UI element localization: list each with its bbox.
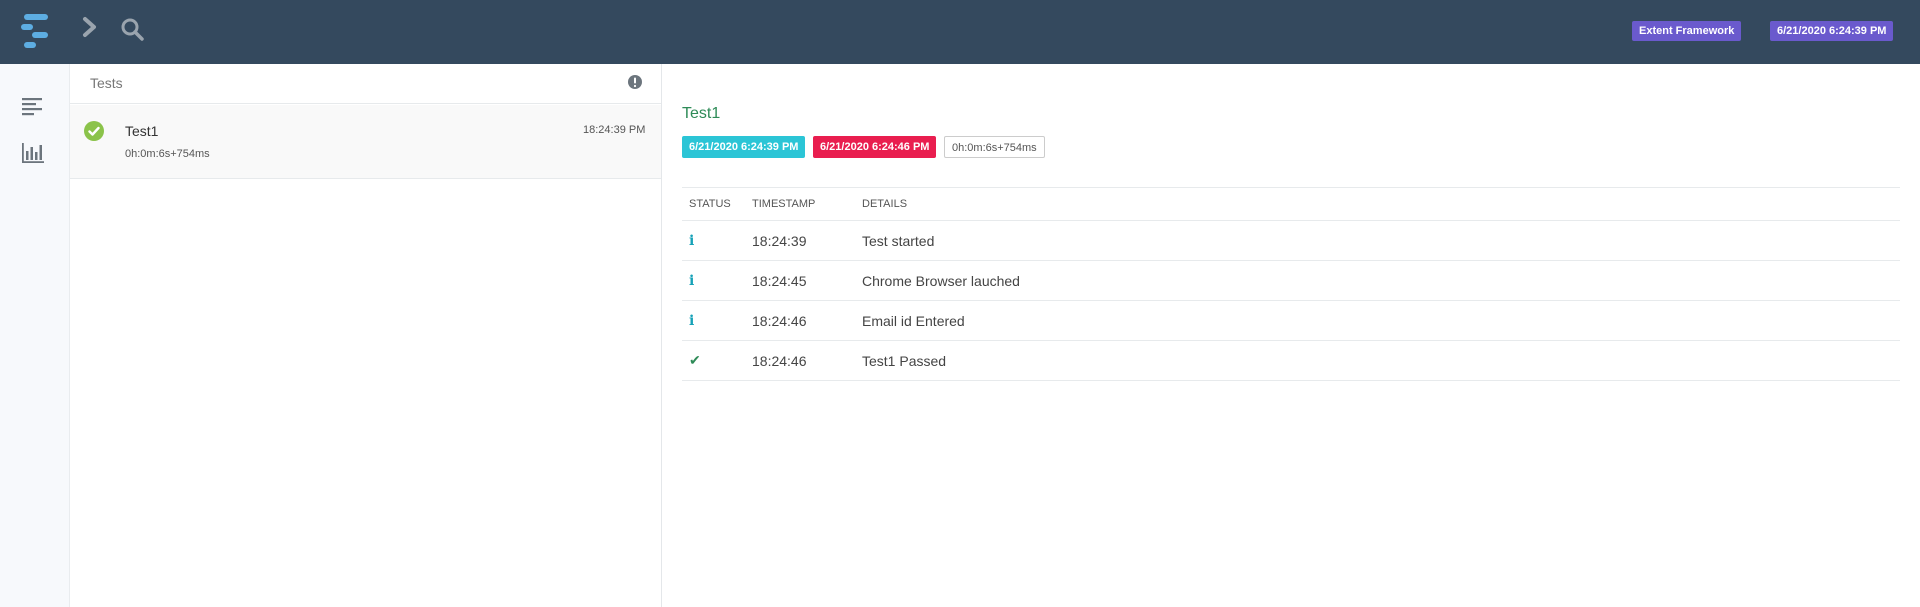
report-date-badge: 6/21/2020 6:24:39 PM <box>1770 21 1894 41</box>
test-detail-pane: Test1 6/21/2020 6:24:39 PM 6/21/2020 6:2… <box>662 64 1920 607</box>
duration-tag: 0h:0m:6s+754ms <box>944 136 1045 158</box>
log-timestamp: 18:24:46 <box>752 340 862 381</box>
column-header-timestamp: TIMESTAMP <box>752 187 862 221</box>
test-list-header: Tests <box>70 64 661 104</box>
bar-chart-icon[interactable] <box>21 141 45 165</box>
side-navigation <box>0 64 70 607</box>
info-icon: i <box>689 273 695 289</box>
test-time: 18:24:39 PM <box>583 124 646 136</box>
table-row: i 18:24:46 Email id Entered <box>682 300 1900 341</box>
end-time-tag: 6/21/2020 6:24:46 PM <box>813 136 937 158</box>
start-time-tag: 6/21/2020 6:24:39 PM <box>682 136 806 158</box>
align-left-icon[interactable] <box>21 95 45 119</box>
test-detail-title: Test1 <box>682 105 721 122</box>
log-timestamp: 18:24:45 <box>752 260 862 301</box>
test-log-table: STATUS TIMESTAMP DETAILS i 18:24:39 Test… <box>682 187 1900 381</box>
table-row: i 18:24:45 Chrome Browser lauched <box>682 260 1900 301</box>
test-list-pane: Tests Test1 0h:0m:6s+754ms 18:24:39 PM <box>70 64 662 607</box>
test-duration: 0h:0m:6s+754ms <box>125 148 210 160</box>
log-details: Chrome Browser lauched <box>862 260 1900 301</box>
framework-badge: Extent Framework <box>1632 21 1742 41</box>
chevron-right-icon[interactable] <box>80 16 100 38</box>
test-list-item[interactable]: Test1 0h:0m:6s+754ms 18:24:39 PM <box>70 105 661 179</box>
table-row: i 18:24:39 Test started <box>682 220 1900 261</box>
test-list-title: Tests <box>90 75 123 91</box>
log-details: Test started <box>862 220 1900 261</box>
table-row: ✔ 18:24:46 Test1 Passed <box>682 340 1900 381</box>
test-name: Test1 <box>125 123 159 139</box>
column-header-status: STATUS <box>682 187 752 221</box>
exclamation-circle-icon[interactable] <box>627 74 643 90</box>
log-timestamp: 18:24:39 <box>752 220 862 261</box>
check-circle-icon <box>84 121 104 141</box>
log-timestamp: 18:24:46 <box>752 300 862 341</box>
search-icon[interactable] <box>120 17 144 41</box>
info-icon: i <box>689 313 695 329</box>
log-details: Email id Entered <box>862 300 1900 341</box>
column-header-details: DETAILS <box>862 187 1900 221</box>
info-icon: i <box>689 233 695 249</box>
table-header-row: STATUS TIMESTAMP DETAILS <box>682 187 1900 221</box>
log-details: Test1 Passed <box>862 340 1900 381</box>
top-navbar: Extent Framework 6/21/2020 6:24:39 PM <box>0 0 1920 64</box>
check-icon: ✔ <box>689 352 701 368</box>
extent-logo-icon[interactable] <box>18 14 52 50</box>
